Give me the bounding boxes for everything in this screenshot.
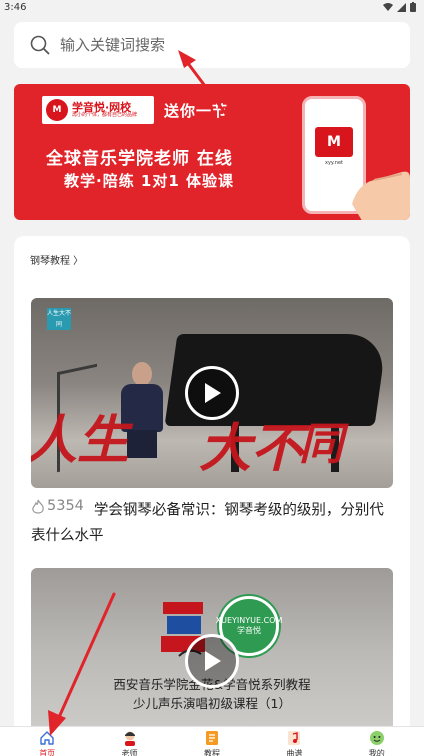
bottom-tab-bar: 首页 老师 教程 曲谱 我的 bbox=[0, 726, 424, 756]
play-button[interactable] bbox=[185, 366, 239, 420]
hand-icon bbox=[352, 171, 410, 220]
video-thumbnail-1[interactable]: 人生大不同 人生 大不 同 bbox=[31, 298, 393, 488]
video-title: 学会钢琴必备常识：钢琴考级的级别，分别代表什么水平 bbox=[31, 502, 384, 544]
tab-label: 教程 bbox=[203, 749, 220, 756]
play-icon bbox=[205, 383, 221, 403]
tab-home[interactable]: 首页 bbox=[17, 727, 77, 756]
play-button[interactable] bbox=[185, 634, 239, 688]
status-icons bbox=[383, 2, 416, 12]
video-info-1[interactable]: 5354 学会钢琴必备常识：钢琴考级的级别，分别代表什么水平 bbox=[31, 494, 393, 549]
overlay-word: 同 bbox=[299, 419, 343, 470]
search-input[interactable] bbox=[60, 36, 360, 54]
tab-label: 老师 bbox=[121, 749, 138, 756]
tab-profile[interactable]: 我的 bbox=[347, 727, 407, 756]
play-icon bbox=[205, 651, 221, 671]
tab-tutorial[interactable]: 教程 bbox=[182, 727, 242, 756]
flame-icon bbox=[32, 499, 44, 514]
promo-banner[interactable]: M 学音悦·网校 再小的个体，都有自己的品牌 送你一节 全球音乐学院老师 在线 … bbox=[14, 84, 410, 220]
battery-icon bbox=[410, 2, 416, 12]
tutorial-section: 钢琴教程 〉 人生大不同 人生 大不 同 5354 学会钢琴必备常识：钢琴考级的… bbox=[14, 236, 410, 736]
teacher-icon bbox=[124, 731, 135, 746]
view-count: 5354 bbox=[31, 494, 84, 519]
profile-icon bbox=[369, 731, 384, 745]
tab-label: 曲谱 bbox=[286, 749, 303, 756]
signal-icon bbox=[397, 2, 406, 12]
tab-teacher[interactable]: 老师 bbox=[100, 727, 160, 756]
channel-badge: 人生大不同 bbox=[47, 308, 72, 330]
tab-label: 我的 bbox=[368, 749, 385, 756]
wifi-icon bbox=[383, 3, 393, 11]
home-icon bbox=[40, 731, 54, 745]
overlay-word: 人生 bbox=[31, 410, 130, 471]
section-title-piano[interactable]: 钢琴教程 〉 bbox=[30, 252, 83, 267]
banner-subheadline: 教学·陪练 1对1 体验课 bbox=[64, 172, 235, 190]
logo-mark: M bbox=[46, 99, 68, 121]
tab-label: 首页 bbox=[39, 749, 56, 756]
brand-logo: M 学音悦·网校 再小的个体，都有自己的品牌 bbox=[42, 96, 154, 124]
search-bar[interactable] bbox=[14, 22, 410, 68]
tutorial-icon bbox=[205, 731, 218, 745]
search-icon bbox=[30, 35, 50, 55]
video-caption-line2: 少儿声乐演唱初级课程（1） bbox=[133, 696, 291, 711]
view-count-value: 5354 bbox=[47, 498, 84, 514]
status-bar: 3:46 bbox=[0, 0, 424, 14]
status-time: 3:46 bbox=[4, 1, 27, 13]
banner-tag: 送你一节 bbox=[164, 102, 229, 120]
logo-slogan: 再小的个体，都有自己的品牌 bbox=[72, 112, 138, 119]
video-thumbnail-2[interactable]: XUEYINYUE.COM 学音悦 西安音乐学院金花&学音悦系列教程 少儿声乐演… bbox=[31, 568, 393, 736]
tab-sheet-music[interactable]: 曲谱 bbox=[264, 727, 324, 756]
sheet-music-icon bbox=[288, 731, 301, 745]
banner-headline: 全球音乐学院老师 在线 bbox=[46, 149, 233, 169]
phone-url: xyy.net bbox=[325, 160, 343, 166]
